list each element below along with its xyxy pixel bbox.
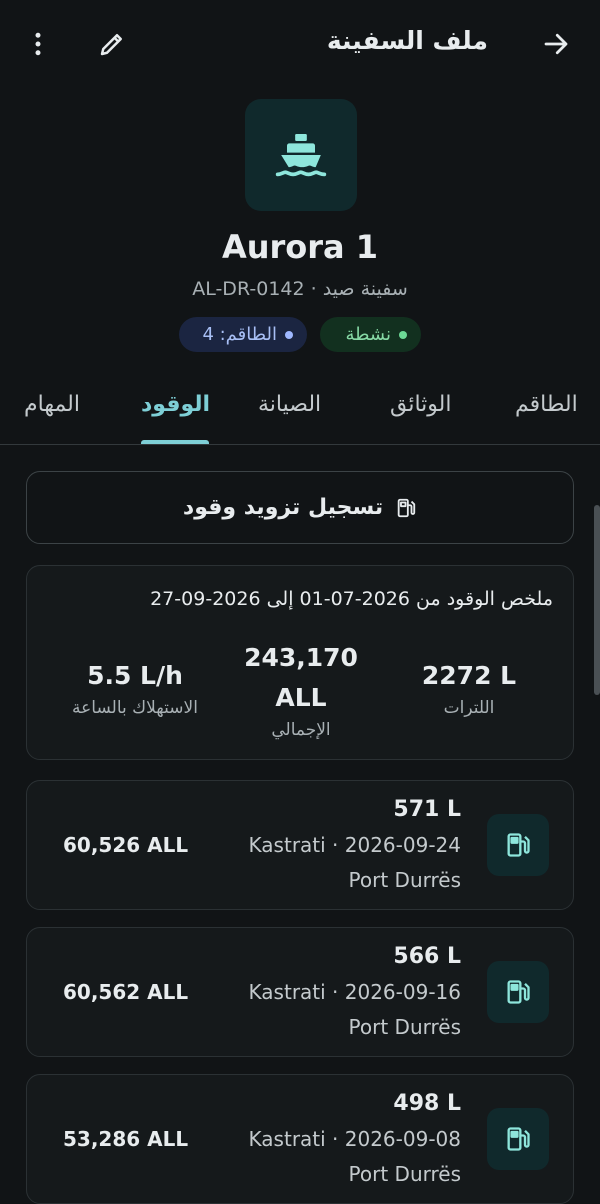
log-refuel-label: تسجيل تزويد وقود [182,495,384,520]
list-item[interactable]: 571 L Kastrati · 2026-09-24 Port Durrës … [26,780,574,910]
vessel-avatar [245,99,357,211]
rate-label: الاستهلاك بالساعة [72,698,198,718]
total-label: الإجمالي [271,720,331,740]
app-bar: ملف السفينة [0,0,600,88]
status-badge: نشطة [320,317,421,352]
total-value-line2: ALL [275,683,327,712]
crew-badge: الطاقم: 4 [179,317,307,352]
fuel-entry-icon-box [487,1108,549,1170]
vessel-name: Aurora 1 [221,228,379,266]
arrow-right-icon [544,33,568,55]
rate-value: 5.5 L/h [87,661,183,690]
page-title: ملف السفينة [326,26,488,55]
stat-rate: 5.5 L/h الاستهلاك بالساعة [35,656,235,718]
edit-button[interactable] [90,22,134,66]
status-dot [399,330,407,339]
tab-bar: الطاقم الوثائق الصيانة الوقود المهام [0,378,600,445]
fuel-pump-icon [507,980,530,1004]
entry-port: Port Durrës [348,1162,461,1186]
more-options-button[interactable] [16,22,60,66]
fuel-pump-icon [397,498,416,517]
back-button[interactable] [534,22,578,66]
tab-tasks[interactable]: المهام [24,392,80,417]
entry-port: Port Durrës [348,868,461,892]
crew-label: الطاقم: 4 [202,324,277,345]
fuel-entry-icon-box [487,961,549,1023]
more-vertical-icon [35,32,41,56]
fuel-pump-icon [507,1127,530,1151]
litres-label: اللترات [443,698,495,718]
tab-maintenance[interactable]: الصيانة [258,392,321,417]
tab-fuel[interactable]: الوقود [141,392,210,417]
entry-meta: Kastrati · 2026-09-16 [248,980,461,1004]
tab-crew[interactable]: الطاقم [515,392,578,417]
stat-litres: 2272 L اللترات [389,656,549,718]
list-item[interactable]: 566 L Kastrati · 2026-09-16 Port Durrës … [26,927,574,1057]
total-value-line1: 243,170 [244,643,358,672]
list-item[interactable]: 498 L Kastrati · 2026-09-08 Port Durrës … [26,1074,574,1204]
active-tab-indicator [141,440,209,444]
litres-value: 2272 L [421,661,517,690]
entry-meta: Kastrati · 2026-09-08 [248,1127,461,1151]
ship-icon [275,134,327,177]
pencil-icon [100,34,122,56]
status-label: نشطة [345,324,391,345]
entry-litres: 566 L [393,944,461,969]
log-refuel-button[interactable]: تسجيل تزويد وقود [26,471,574,544]
entry-cost: 60,526 ALL [63,833,189,857]
tab-documents[interactable]: الوثائق [390,392,451,417]
scrollbar[interactable] [594,505,600,695]
entry-litres: 571 L [393,797,461,822]
entry-port: Port Durrës [348,1015,461,1039]
vessel-subtitle: AL-DR-0142 · سفينة صيد [192,278,408,300]
entry-litres: 498 L [393,1091,461,1116]
fuel-summary-card: ملخص الوقود من 2026-07-01 إلى 2026-09-27… [26,565,574,760]
stat-total: 243,170 ALL الإجمالي [221,638,381,740]
crew-dot [285,330,293,339]
entry-cost: 53,286 ALL [63,1127,189,1151]
entry-meta: Kastrati · 2026-09-24 [248,833,461,857]
summary-title: ملخص الوقود من 2026-07-01 إلى 2026-09-27 [150,588,553,610]
fuel-pump-icon [507,833,530,857]
entry-cost: 60,562 ALL [63,980,189,1004]
fuel-entry-icon-box [487,814,549,876]
